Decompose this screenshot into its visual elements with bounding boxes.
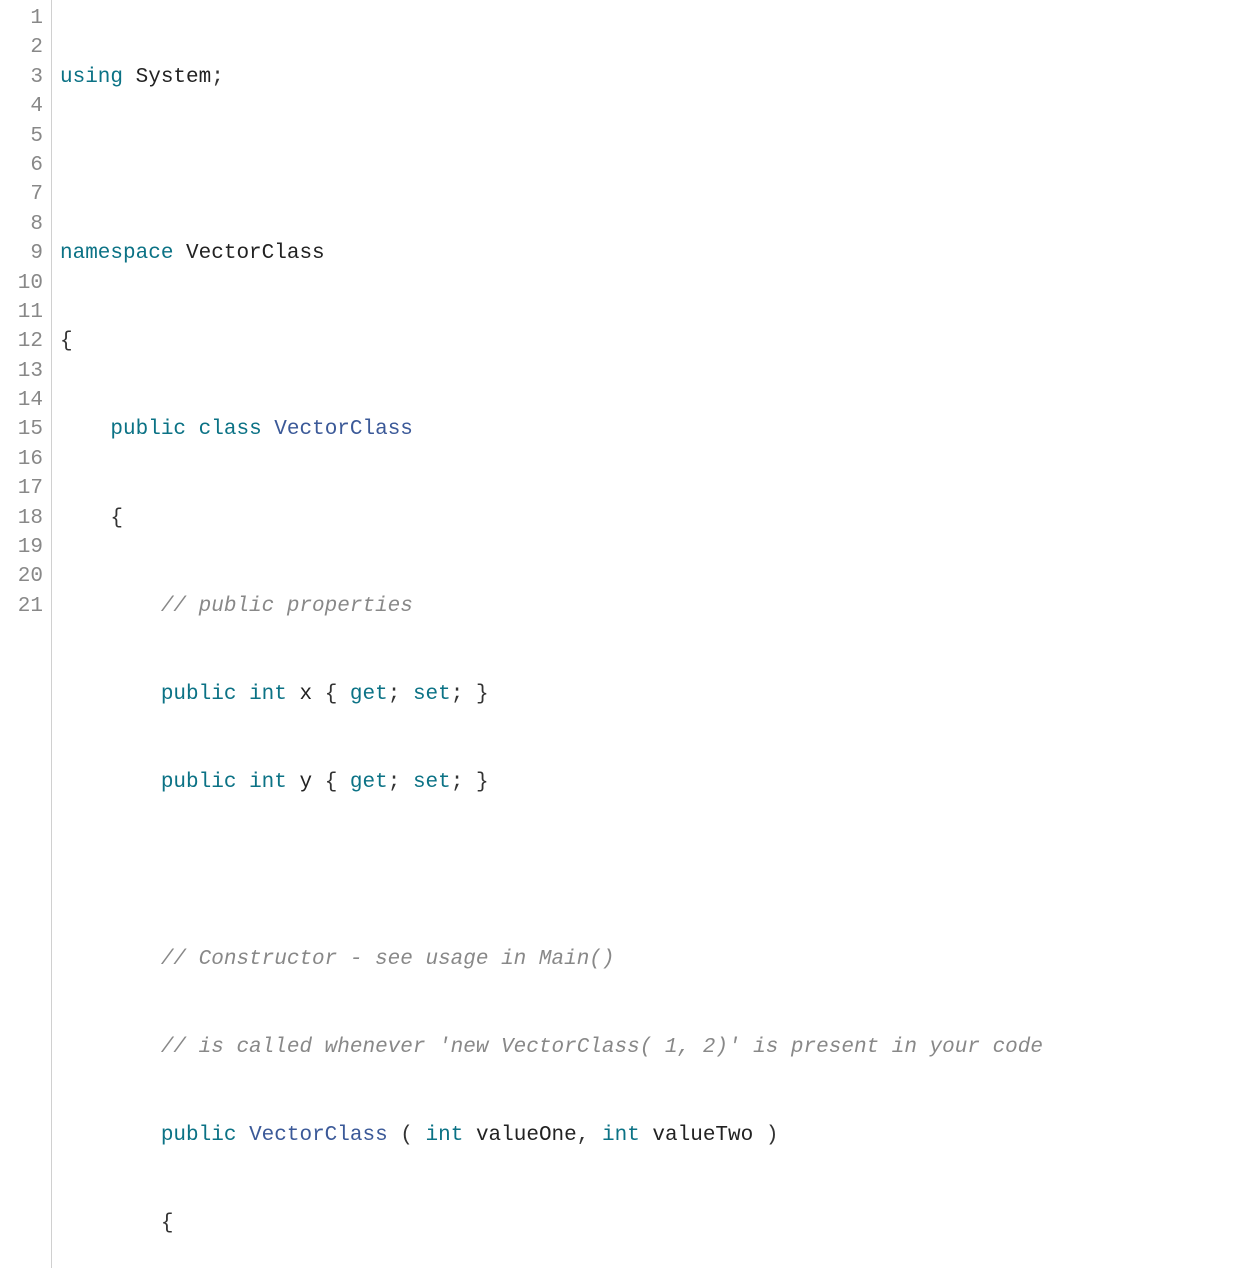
keyword-set: set: [413, 683, 451, 706]
line-number: 11: [12, 298, 43, 327]
keyword-public: public: [110, 418, 186, 441]
keyword-public: public: [161, 683, 237, 706]
code-editor[interactable]: using System; namespace VectorClass { pu…: [52, 0, 1246, 1268]
line-number: 7: [12, 180, 43, 209]
code-line[interactable]: [56, 151, 1246, 180]
paren-close: ): [766, 1124, 779, 1147]
line-number: 15: [12, 415, 43, 444]
property-name: y: [299, 771, 312, 794]
constructor-name: VectorClass: [249, 1124, 388, 1147]
code-line[interactable]: [56, 856, 1246, 885]
code-line[interactable]: namespace VectorClass: [56, 239, 1246, 268]
brace-open: {: [161, 1212, 174, 1235]
keyword-get: get: [350, 683, 388, 706]
brace-open: {: [110, 507, 123, 530]
keyword-public: public: [161, 771, 237, 794]
type-int: int: [426, 1124, 464, 1147]
namespace-name: VectorClass: [186, 242, 325, 265]
paren-open: (: [400, 1124, 413, 1147]
line-number: 13: [12, 357, 43, 386]
brace-open: {: [325, 771, 338, 794]
property-name: x: [299, 683, 312, 706]
code-line[interactable]: {: [56, 1209, 1246, 1238]
comment: // Constructor - see usage in Main(): [161, 948, 615, 971]
line-number: 6: [12, 151, 43, 180]
code-line[interactable]: // Constructor - see usage in Main(): [56, 945, 1246, 974]
comment: // is called whenever 'new VectorClass( …: [161, 1036, 1043, 1059]
semicolon: ;: [211, 66, 224, 89]
code-line[interactable]: public int x { get; set; }: [56, 680, 1246, 709]
class-name: VectorClass: [274, 418, 413, 441]
keyword-get: get: [350, 771, 388, 794]
code-line[interactable]: public VectorClass ( int valueOne, int v…: [56, 1121, 1246, 1150]
line-number: 2: [12, 33, 43, 62]
line-number: 20: [12, 562, 43, 591]
code-line[interactable]: public int y { get; set; }: [56, 768, 1246, 797]
line-number: 17: [12, 474, 43, 503]
code-line[interactable]: // public properties: [56, 592, 1246, 621]
keyword-namespace: namespace: [60, 242, 173, 265]
line-number: 8: [12, 210, 43, 239]
line-number: 19: [12, 533, 43, 562]
line-number: 10: [12, 269, 43, 298]
code-line[interactable]: {: [56, 504, 1246, 533]
keyword-set: set: [413, 771, 451, 794]
line-number: 9: [12, 239, 43, 268]
keyword-public: public: [161, 1124, 237, 1147]
line-number: 14: [12, 386, 43, 415]
code-line[interactable]: public class VectorClass: [56, 415, 1246, 444]
line-number: 5: [12, 122, 43, 151]
line-number: 3: [12, 63, 43, 92]
brace-close: }: [476, 683, 489, 706]
semicolon: ;: [388, 683, 401, 706]
code-line[interactable]: using System;: [56, 63, 1246, 92]
semicolon: ;: [388, 771, 401, 794]
keyword-class: class: [199, 418, 262, 441]
param-name: valueOne: [476, 1124, 577, 1147]
identifier: System: [136, 66, 212, 89]
comment: // public properties: [161, 595, 413, 618]
type-int: int: [602, 1124, 640, 1147]
line-number-gutter: 1 2 3 4 5 6 7 8 9 10 11 12 13 14 15 16 1…: [0, 0, 52, 1268]
line-number: 21: [12, 592, 43, 621]
brace-open: {: [60, 330, 73, 353]
type-int: int: [249, 771, 287, 794]
line-number: 18: [12, 504, 43, 533]
line-number: 12: [12, 327, 43, 356]
code-line[interactable]: // is called whenever 'new VectorClass( …: [56, 1033, 1246, 1062]
line-number: 4: [12, 92, 43, 121]
semicolon: ;: [451, 771, 464, 794]
comma: ,: [577, 1124, 590, 1147]
type-int: int: [249, 683, 287, 706]
brace-close: }: [476, 771, 489, 794]
brace-open: {: [325, 683, 338, 706]
code-line[interactable]: {: [56, 327, 1246, 356]
keyword-using: using: [60, 66, 123, 89]
param-name: valueTwo: [652, 1124, 753, 1147]
line-number: 16: [12, 445, 43, 474]
line-number: 1: [12, 4, 43, 33]
semicolon: ;: [451, 683, 464, 706]
